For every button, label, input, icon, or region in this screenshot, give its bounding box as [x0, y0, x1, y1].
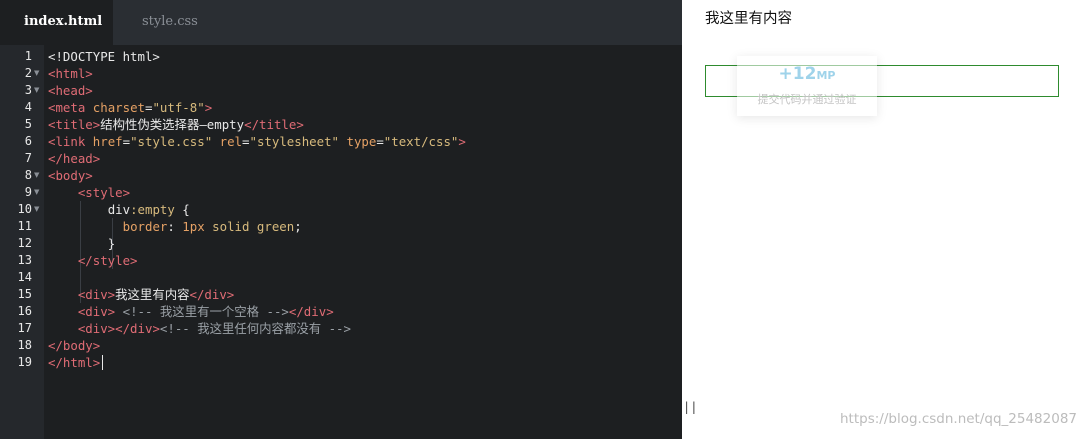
attr-name: charset: [92, 100, 145, 115]
tag-text: </body>: [48, 338, 101, 353]
line-number: 9: [24, 185, 32, 199]
tab-style-css[interactable]: style.css: [118, 0, 222, 45]
fold-arrow-icon[interactable]: ▼: [34, 201, 42, 218]
line-number: 18: [17, 338, 32, 352]
css-number: 1px: [182, 219, 205, 234]
line-number: 4: [24, 100, 32, 114]
tag-text: <div>: [77, 287, 116, 302]
code-line-1: <!DOCTYPE html>: [48, 48, 160, 65]
line-number: 13: [17, 253, 32, 267]
tag-text: </div>: [189, 287, 235, 302]
doctype-text: <!DOCTYPE html>: [48, 49, 160, 64]
text-cursor: [102, 355, 103, 370]
live-preview-pane[interactable]: 我这里有内容 +12MP 提交代码并通过验证 || https://blog.c…: [682, 0, 1085, 439]
toast-score-unit: MP: [816, 69, 836, 82]
tag-text: >: [458, 134, 466, 149]
attr-name: href: [92, 134, 123, 149]
line-number: 2: [24, 66, 32, 80]
css-brace: }: [107, 236, 116, 251]
tag-text: <html>: [48, 66, 93, 81]
toast-score-value: +12: [778, 64, 817, 84]
attr-value: "stylesheet": [249, 134, 340, 149]
code-line-2: <html>: [48, 65, 93, 82]
tag-text: </div>: [288, 304, 334, 319]
line-number: 5: [24, 117, 32, 131]
tag-text: <title>: [48, 117, 101, 132]
html-comment: <!-- 我这里任何内容都没有 -->: [159, 321, 351, 336]
code-line-12: }: [48, 235, 115, 252]
line-number: 14: [17, 270, 32, 284]
code-line-9: <style>: [48, 184, 130, 201]
css-property: border: [122, 219, 168, 234]
reward-toast: +12MP 提交代码并通过验证: [737, 56, 877, 116]
html-comment: <!-- 我这里有一个空格 -->: [115, 304, 289, 319]
css-value: solid green: [204, 219, 295, 234]
tag-text: >: [204, 100, 213, 115]
code-line-18: </body>: [48, 337, 100, 354]
code-line-16: <div> <!-- 我这里有一个空格 --></div>: [48, 303, 334, 320]
code-line-13: </style>: [48, 252, 138, 269]
line-number: 16: [17, 304, 32, 318]
tag-text: <div>: [77, 304, 116, 319]
code-line-5: <title>结构性伪类选择器—empty</title>: [48, 116, 304, 133]
css-selector: div: [107, 202, 131, 217]
tag-text: </title>: [244, 117, 304, 132]
fold-arrow-icon[interactable]: ▼: [34, 167, 42, 184]
attr-value: "utf-8": [152, 100, 205, 115]
tag-text: <head>: [48, 83, 93, 98]
attr-name: type: [346, 134, 377, 149]
tab-bar: index.html style.css: [0, 0, 682, 45]
resize-handle[interactable]: ||: [683, 400, 697, 414]
toast-score: +12MP: [737, 64, 877, 84]
line-number: 11: [17, 219, 32, 233]
attr-value: "style.css": [130, 134, 213, 149]
code-line-8: <body>: [48, 167, 93, 184]
watermark-url: https://blog.csdn.net/qq_25482087: [839, 411, 1077, 427]
code-line-19: </html>: [48, 354, 100, 371]
line-number: 1: [24, 49, 32, 63]
line-number: 10: [17, 202, 32, 216]
css-brace: {: [174, 202, 190, 217]
line-number: 3: [24, 83, 32, 97]
code-line-6: <link href="style.css" rel="stylesheet" …: [48, 134, 466, 149]
css-semicolon: ;: [294, 219, 302, 234]
toast-subtitle: 提交代码并通过验证: [757, 93, 857, 106]
tag-text: </head>: [48, 151, 101, 166]
line-number: 7: [24, 151, 32, 165]
code-line-7: </head>: [48, 150, 100, 167]
tag-text: <style>: [77, 185, 131, 200]
code-line-17: <div></div><!-- 我这里任何内容都没有 -->: [48, 320, 351, 337]
tag-text: <link: [48, 134, 86, 149]
tag-text: <div></div>: [77, 321, 160, 336]
tag-text: </html>: [48, 355, 101, 370]
line-number: 8: [24, 168, 32, 182]
line-number: 6: [24, 134, 32, 148]
attr-value: "text/css": [383, 134, 459, 149]
preview-content-text: 我这里有内容: [705, 11, 792, 27]
fold-arrow-icon[interactable]: ▼: [34, 82, 42, 99]
line-number: 12: [17, 236, 32, 250]
code-area[interactable]: <!DOCTYPE html> <html> <head> <meta char…: [44, 45, 682, 439]
div-text: 我这里有内容: [115, 287, 190, 302]
tag-text: </style>: [77, 253, 138, 268]
fold-arrow-icon[interactable]: ▼: [34, 65, 42, 82]
tab-index-html[interactable]: index.html: [0, 0, 113, 45]
title-text: 结构性伪类选择器—empty: [100, 117, 245, 132]
css-pseudo-class: :empty: [130, 202, 175, 217]
css-colon: :: [167, 219, 183, 234]
code-line-3: <head>: [48, 82, 93, 99]
line-number: 15: [17, 287, 32, 301]
code-line-4: <meta charset="utf-8">: [48, 99, 212, 116]
tag-text: <meta: [48, 100, 86, 115]
line-number: 17: [17, 321, 32, 335]
code-editor[interactable]: index.html style.css 1 2 ▼ 3 ▼ 4 5 6 7 8…: [0, 0, 682, 439]
code-line-11: border: 1px solid green;: [48, 218, 302, 235]
line-gutter: 1 2 ▼ 3 ▼ 4 5 6 7 8 ▼ 9 ▼ 10 ▼ 11 12 13 …: [0, 45, 44, 439]
fold-arrow-icon[interactable]: ▼: [34, 184, 42, 201]
code-line-10: div:empty {: [48, 201, 190, 218]
attr-name: rel: [219, 134, 243, 149]
tag-text: <body>: [48, 168, 93, 183]
line-number: 19: [17, 355, 32, 369]
code-line-15: <div>我这里有内容</div>: [48, 286, 234, 303]
